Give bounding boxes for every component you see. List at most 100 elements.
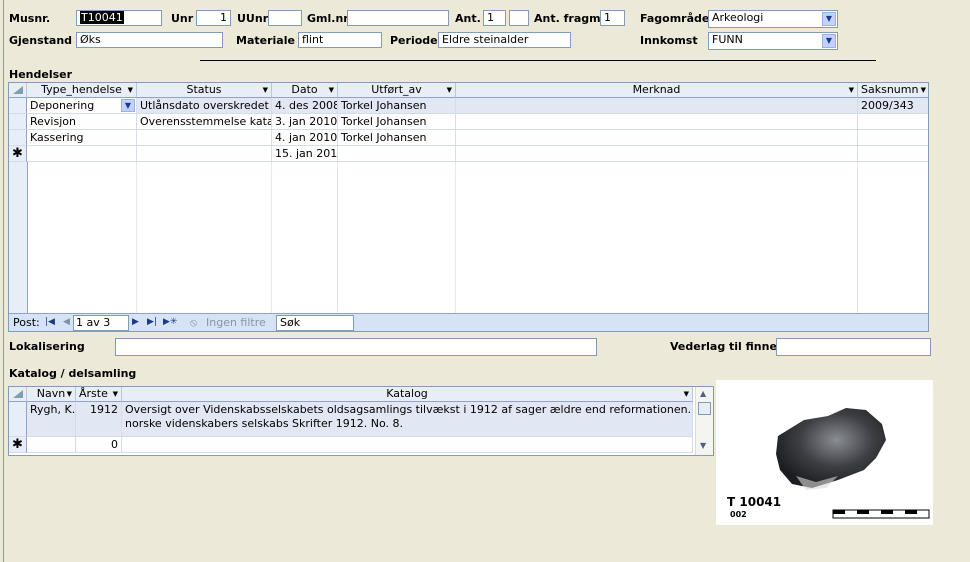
- next-record-icon[interactable]: ▶: [132, 317, 139, 327]
- row-selector[interactable]: [9, 130, 27, 146]
- gridline: [455, 162, 456, 314]
- dato-cell[interactable]: 15. jan 2010: [272, 146, 338, 162]
- gjenstand-field[interactable]: Øks: [76, 32, 223, 48]
- type-cell[interactable]: [27, 146, 137, 162]
- col-katalog[interactable]: Katalog ▼: [122, 387, 693, 402]
- ant-extra-field[interactable]: [509, 10, 529, 26]
- gridline: [136, 162, 137, 314]
- row-selector[interactable]: [9, 114, 27, 130]
- katalog-cell[interactable]: Oversigt over Videnskabsselskabets oldsa…: [122, 402, 693, 437]
- musnr-label: Musnr.: [9, 12, 51, 25]
- previous-record-icon[interactable]: ◀: [63, 317, 70, 327]
- status-cell[interactable]: [137, 146, 272, 162]
- divider-line: [200, 60, 876, 61]
- utfort-cell[interactable]: [338, 146, 456, 162]
- post-label: Post:: [13, 316, 40, 329]
- sort-arrow-icon: ▼: [848, 86, 854, 94]
- utfort-cell[interactable]: Torkel Johansen: [338, 98, 456, 114]
- sort-arrow-icon: ▼: [262, 86, 268, 94]
- merknad-cell[interactable]: [456, 98, 858, 114]
- col-type-hendelse[interactable]: Type_hendelse ▼: [27, 83, 137, 98]
- col-navn[interactable]: Navn ▼: [27, 387, 76, 402]
- vertical-scrollbar[interactable]: ▲ ▼: [695, 387, 713, 455]
- utfort-cell[interactable]: Torkel Johansen: [338, 130, 456, 146]
- sort-arrow-icon: ▼: [683, 390, 689, 398]
- row-selector[interactable]: [9, 98, 27, 114]
- record-number-field[interactable]: 1 av 3: [73, 315, 129, 331]
- record-navigation-bar: Post: |◀ ◀ 1 av 3 ▶ ▶| ▶✳ ⦸ Ingen filtre…: [9, 313, 928, 331]
- col-saksnummer[interactable]: Saksnumn ▼: [858, 83, 928, 98]
- ant-field[interactable]: 1: [483, 10, 506, 26]
- saksnr-cell[interactable]: [858, 114, 928, 130]
- col-aarstall[interactable]: Årste ▼: [76, 387, 122, 402]
- col-dato[interactable]: Dato ▼: [272, 83, 338, 98]
- col-status[interactable]: Status ▼: [137, 83, 272, 98]
- scroll-down-icon[interactable]: ▼: [700, 441, 706, 450]
- saksnr-cell[interactable]: [858, 146, 928, 162]
- materiale-field[interactable]: flint: [298, 32, 382, 48]
- type-cell[interactable]: Kassering: [27, 130, 137, 146]
- ant-label: Ant.: [455, 12, 481, 25]
- status-cell[interactable]: [137, 130, 272, 146]
- unr-label: Unr: [171, 12, 194, 25]
- aar-cell[interactable]: 0: [76, 437, 122, 453]
- corner-icon: [12, 86, 23, 94]
- chevron-down-icon[interactable]: ▼: [822, 34, 836, 48]
- last-record-icon[interactable]: ▶|: [147, 317, 157, 327]
- vederlag-label: Vederlag til finner: [670, 340, 783, 353]
- innkomst-select[interactable]: FUNN ▼: [708, 32, 838, 50]
- object-photo: T 10041 002: [716, 380, 933, 525]
- type-dropdown-cell[interactable]: Deponering ▼: [27, 98, 137, 114]
- col-merknad[interactable]: Merknad ▼: [456, 83, 858, 98]
- merknad-cell[interactable]: [456, 130, 858, 146]
- filter-icon[interactable]: ⦸: [190, 316, 197, 330]
- musnr-field[interactable]: T10041: [76, 10, 162, 26]
- uunr-field[interactable]: [268, 10, 302, 26]
- select-all-corner[interactable]: [9, 387, 27, 402]
- dato-cell[interactable]: 4. des 2008: [272, 98, 338, 114]
- sort-arrow-icon: ▼: [112, 390, 118, 398]
- col-utfort-av[interactable]: Utført_av ▼: [338, 83, 456, 98]
- gjenstand-label: Gjenstand: [9, 34, 73, 47]
- gridline: [857, 162, 858, 314]
- periode-label: Periode: [390, 34, 438, 47]
- saksnr-cell[interactable]: [858, 130, 928, 146]
- katalog-cell[interactable]: [122, 437, 693, 453]
- gmlnr-field[interactable]: [347, 10, 449, 26]
- chevron-down-icon[interactable]: ▼: [121, 99, 135, 112]
- navn-cell[interactable]: Rygh, K.: [27, 402, 76, 437]
- utfort-cell[interactable]: Torkel Johansen: [338, 114, 456, 130]
- hendelser-grid[interactable]: Type_hendelse ▼ Status ▼ Dato ▼ Utført_av ▼ …: [8, 82, 929, 332]
- periode-field[interactable]: Eldre steinalder: [438, 32, 571, 48]
- gridline: [337, 162, 338, 314]
- scroll-up-icon[interactable]: ▲: [700, 389, 706, 398]
- merknad-cell[interactable]: [456, 146, 858, 162]
- katalog-title: Katalog / delsamling: [9, 367, 137, 380]
- first-record-icon[interactable]: |◀: [45, 317, 55, 327]
- new-record-marker: ✱: [9, 146, 27, 162]
- chevron-down-icon[interactable]: ▼: [822, 12, 836, 26]
- vederlag-field[interactable]: [776, 338, 931, 356]
- merknad-cell[interactable]: [456, 114, 858, 130]
- dato-cell[interactable]: 3. jan 2010: [272, 114, 338, 130]
- katalog-grid[interactable]: Navn ▼ Årste ▼ Katalog ▼ Rygh, K. 1912 Over…: [8, 386, 714, 456]
- type-cell[interactable]: Revisjon: [27, 114, 137, 130]
- unr-field[interactable]: 1: [196, 10, 231, 26]
- photo-label: T 10041: [727, 495, 782, 509]
- fagomrade-select[interactable]: Arkeologi ▼: [708, 10, 838, 28]
- status-cell[interactable]: Utlånsdato overskredet: [137, 98, 272, 114]
- filter-status-button[interactable]: Ingen filtre: [206, 316, 266, 329]
- select-all-corner[interactable]: [9, 83, 27, 98]
- saksnr-cell[interactable]: 2009/343: [858, 98, 928, 114]
- dato-cell[interactable]: 4. jan 2010: [272, 130, 338, 146]
- status-cell[interactable]: Overensstemmelse katalog: [137, 114, 272, 130]
- row-selector[interactable]: [9, 402, 27, 437]
- search-input[interactable]: Søk: [276, 315, 354, 331]
- antfragm-field[interactable]: 1: [600, 10, 625, 26]
- corner-icon: [12, 390, 23, 398]
- navn-cell[interactable]: [27, 437, 76, 453]
- new-record-icon[interactable]: ▶✳: [163, 317, 177, 327]
- aar-cell[interactable]: 1912: [76, 402, 122, 437]
- lokalisering-field[interactable]: [115, 338, 597, 356]
- scroll-thumb[interactable]: [698, 402, 711, 415]
